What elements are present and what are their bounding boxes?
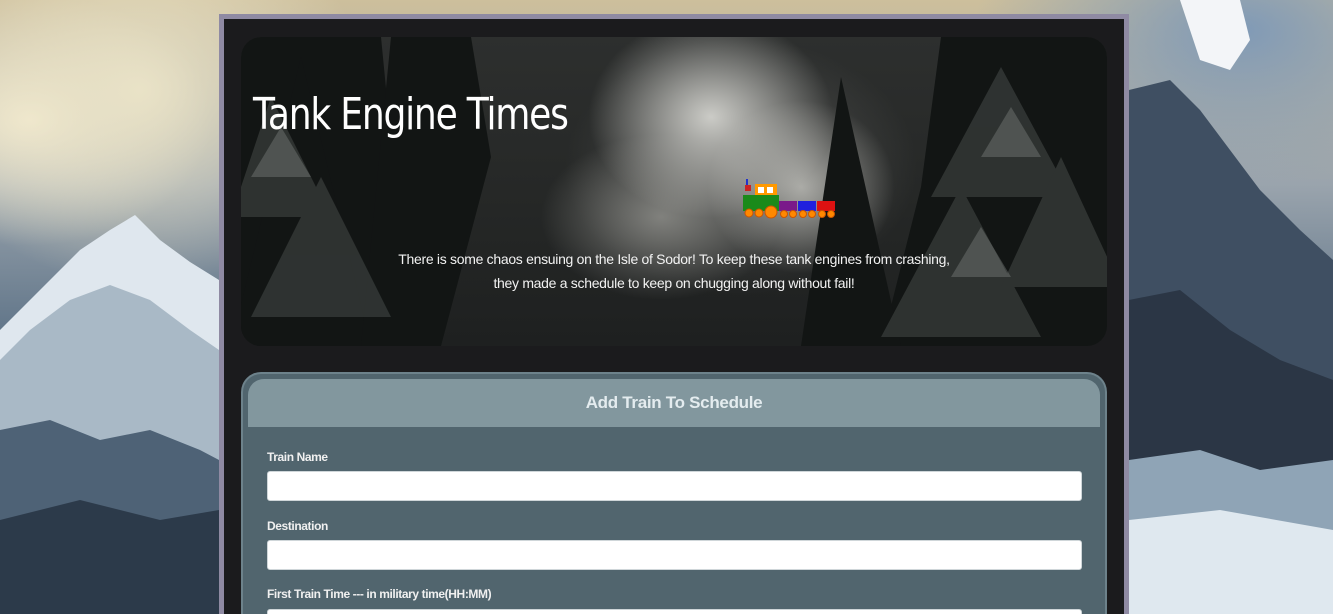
- train-name-label: Train Name: [267, 450, 328, 464]
- forest-smoke-backdrop: [241, 37, 1107, 346]
- page-title: Tank Engine Times: [253, 89, 569, 140]
- destination-label: Destination: [267, 519, 328, 533]
- first-train-time-input[interactable]: [267, 609, 1082, 614]
- tagline: There is some chaos ensuing on the Isle …: [241, 247, 1107, 295]
- train-name-input[interactable]: [267, 471, 1082, 501]
- header-jumbotron: Tank Engine Times There is some chaos en…: [241, 37, 1107, 346]
- tagline-line-2: they made a schedule to keep on chugging…: [493, 275, 855, 291]
- destination-input[interactable]: [267, 540, 1082, 570]
- first-train-time-label: First Train Time --- in military time(HH…: [267, 587, 492, 601]
- tagline-line-1: There is some chaos ensuing on the Isle …: [398, 251, 950, 267]
- panel-heading: Add Train To Schedule: [248, 379, 1100, 427]
- add-train-panel: Add Train To Schedule Train Name Destina…: [241, 372, 1107, 614]
- train-icon: [743, 179, 835, 219]
